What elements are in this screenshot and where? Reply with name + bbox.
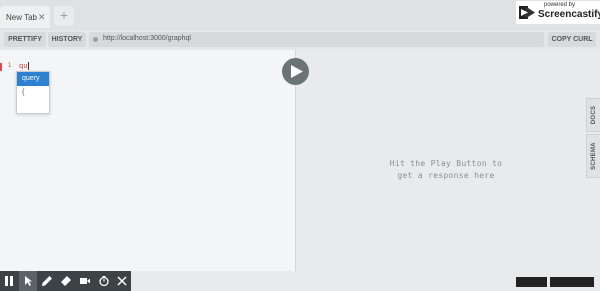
docs-tab[interactable]: DOCS [586, 98, 600, 132]
recorder-bar [0, 271, 600, 291]
camera-icon [80, 278, 90, 284]
schema-tab[interactable]: SCHEMA [586, 134, 600, 178]
schema-tab-label: SCHEMA [591, 142, 597, 170]
copy-curl-button[interactable]: COPY CURL [548, 32, 596, 47]
eraser-tool-button[interactable] [57, 271, 75, 291]
code-text: qu [19, 62, 28, 70]
autocomplete-item-query[interactable]: query [17, 72, 49, 86]
pause-button[interactable] [0, 271, 18, 291]
camera-button[interactable] [76, 271, 94, 291]
pen-tool-button[interactable] [38, 271, 56, 291]
endpoint-url-field[interactable]: http://localhost:3000/graphql [89, 32, 544, 47]
query-editor[interactable]: 1 qu query { [0, 50, 295, 271]
pause-icon [5, 276, 13, 286]
cursor-icon [25, 276, 32, 286]
endpoint-url-text: http://localhost:3000/graphql [103, 35, 191, 42]
recorder-controls [0, 271, 131, 291]
eraser-icon [61, 276, 71, 286]
browser-tab-bar: New Tab ✕ + powered by Screencastify [0, 0, 600, 30]
execute-query-button[interactable] [282, 58, 309, 85]
screencastify-brand: Screencastify [538, 9, 600, 20]
text-cursor [28, 62, 29, 70]
browser-tab[interactable]: New Tab ✕ [0, 6, 50, 28]
graphiql-toolbar: PRETTIFY HISTORY http://localhost:3000/g… [0, 30, 600, 50]
autocomplete-label: query [22, 75, 40, 82]
screencastify-badge: powered by Screencastify [516, 1, 600, 24]
play-icon [291, 65, 303, 78]
autocomplete-dropdown: query { [16, 71, 50, 114]
tab-close-icon[interactable]: ✕ [38, 12, 46, 23]
screencastify-logo-icon [519, 6, 535, 19]
result-pane: Hit the Play Button to get a response he… [295, 50, 587, 271]
tab-label: New Tab [6, 13, 37, 22]
pen-icon [42, 276, 52, 286]
result-hint: Hit the Play Button to get a response he… [366, 158, 526, 182]
timer-icon [99, 276, 109, 286]
close-icon [117, 276, 127, 286]
history-button[interactable]: HISTORY [48, 32, 86, 47]
recorder-status-block [516, 277, 547, 287]
docs-tab-label: DOCS [591, 105, 597, 125]
prettify-button[interactable]: PRETTIFY [4, 32, 46, 47]
new-tab-button[interactable]: + [54, 6, 74, 26]
hint-line-1: Hit the Play Button to [389, 159, 503, 168]
recorder-status-block [550, 277, 594, 287]
timer-button[interactable] [95, 271, 113, 291]
cursor-tool-button[interactable] [19, 271, 37, 291]
line-number: 1 [8, 63, 12, 69]
close-recorder-button[interactable] [113, 271, 131, 291]
autocomplete-item-brace[interactable]: { [22, 89, 24, 96]
hint-line-2: get a response here [397, 171, 495, 180]
status-dot-icon [93, 37, 98, 42]
powered-by-text: powered by [544, 2, 576, 8]
error-marker [0, 63, 2, 71]
